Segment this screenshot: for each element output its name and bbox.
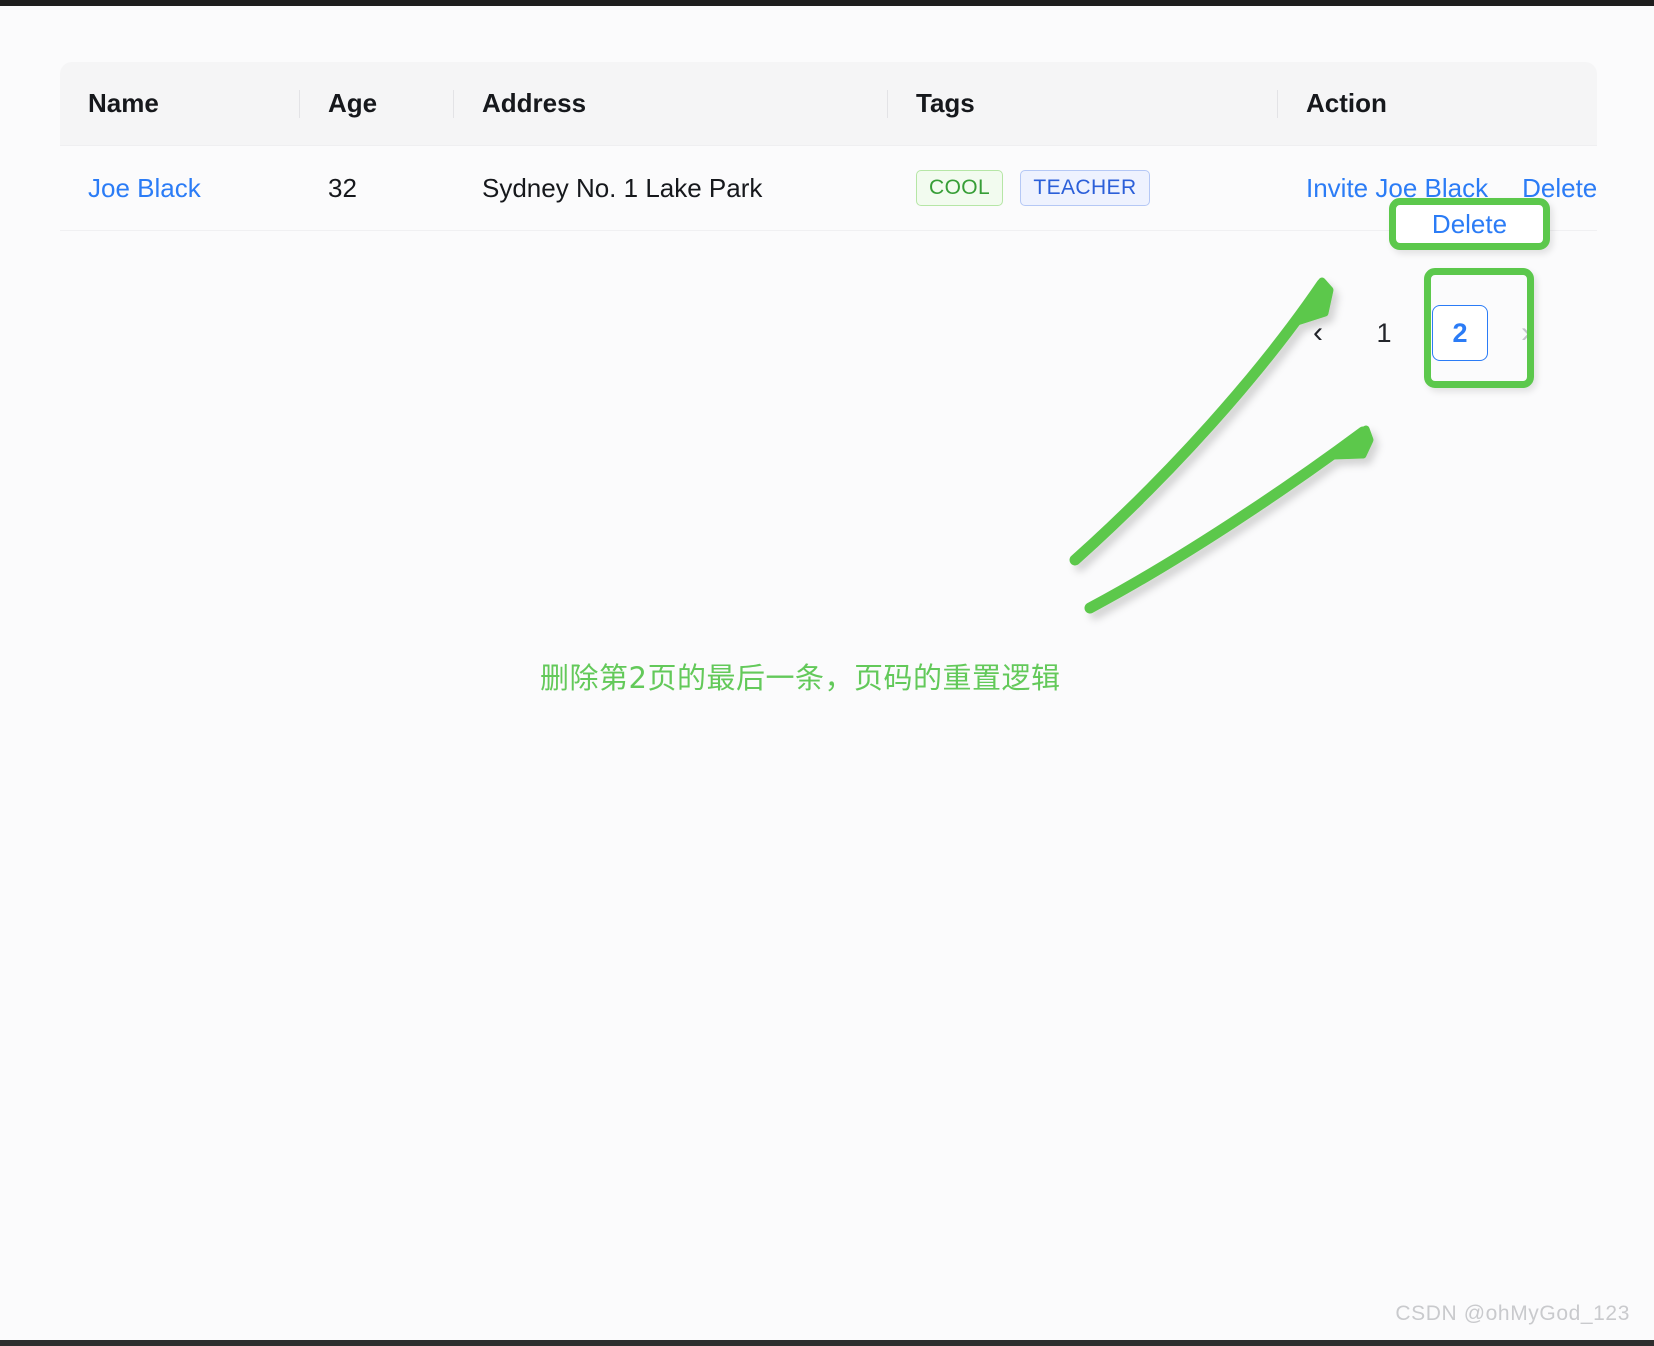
column-header-address-label: Address (482, 88, 587, 118)
chevron-left-icon[interactable]: ‹ (1290, 305, 1346, 361)
table-header-row: Name Age Address Tags Action (60, 62, 1597, 146)
page-button-2[interactable]: 2 (1432, 305, 1488, 361)
annotation-caption: 删除第2页的最后一条，页码的重置逻辑 (540, 661, 1061, 695)
delete-link-overlay[interactable]: Delete (1389, 198, 1550, 250)
window-chrome-top (0, 0, 1654, 6)
delete-row-link-label: Delete (1431, 208, 1508, 239)
cell-age: 32 (300, 145, 454, 231)
tag-teacher[interactable]: TEACHER (1020, 170, 1150, 206)
page-button-1[interactable]: 1 (1356, 305, 1412, 361)
column-header-tags-label: Tags (916, 88, 975, 118)
cell-name: Joe Black (60, 145, 300, 231)
watermark: CSDN @ohMyGod_123 (1395, 1302, 1630, 1325)
table-row: Joe Black 32 Sydney No. 1 Lake Park COOL… (60, 145, 1597, 231)
user-name-link[interactable]: Joe Black (88, 173, 201, 203)
table-body: Joe Black 32 Sydney No. 1 Lake Park COOL… (60, 145, 1597, 231)
column-header-action[interactable]: Action (1278, 62, 1597, 146)
cell-tags: COOL TEACHER (888, 145, 1278, 231)
pagination: ‹ 1 2 › (1290, 305, 1554, 361)
column-header-name-label: Name (88, 88, 159, 118)
screenshot-root: Name Age Address Tags Action Joe Black 3… (0, 0, 1654, 1346)
table-header: Name Age Address Tags Action (60, 62, 1597, 146)
column-header-name[interactable]: Name (60, 62, 300, 146)
column-header-tags[interactable]: Tags (888, 62, 1278, 146)
column-header-action-label: Action (1306, 88, 1387, 118)
column-header-address[interactable]: Address (454, 62, 888, 146)
arrow-lower (1084, 425, 1374, 614)
chevron-right-icon[interactable]: › (1498, 305, 1554, 361)
data-table-container: Name Age Address Tags Action Joe Black 3… (60, 62, 1597, 231)
column-header-age-label: Age (328, 88, 378, 118)
users-table: Name Age Address Tags Action Joe Black 3… (60, 62, 1597, 231)
column-header-age[interactable]: Age (300, 62, 454, 146)
window-chrome-bottom (0, 1340, 1654, 1346)
tag-cool[interactable]: COOL (916, 170, 1004, 206)
cell-address: Sydney No. 1 Lake Park (454, 145, 888, 231)
